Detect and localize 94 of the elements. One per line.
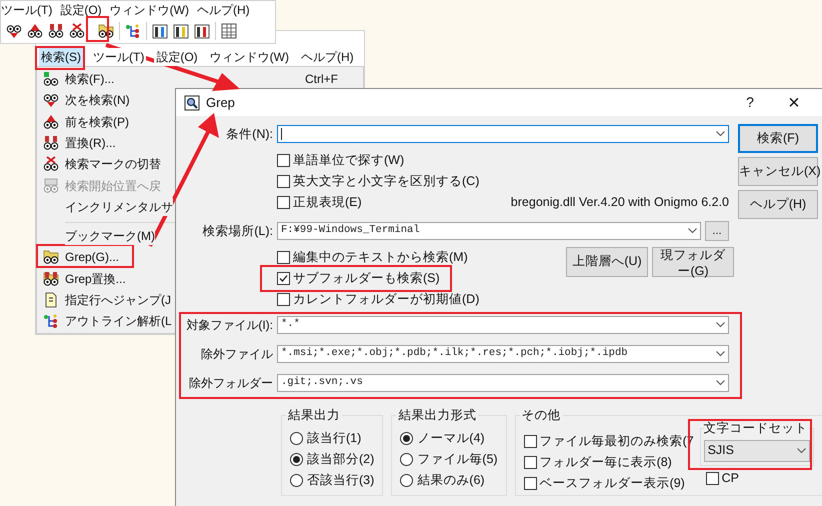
checkbox[interactable] xyxy=(524,476,537,490)
radio-label: 該当行(1) xyxy=(307,430,362,447)
highlight-frame xyxy=(35,46,85,70)
engine-info: bregonig.dll Ver.4.20 with Onigmo 6.2.0 xyxy=(510,194,729,212)
menu-bar-item[interactable]: ヘルプ(H) xyxy=(298,48,356,66)
radio-button[interactable] xyxy=(290,432,303,445)
outline-tree-icon xyxy=(43,313,59,330)
checkbox-label: サブフォルダーも検索(S) xyxy=(293,271,440,286)
radio-label: 該当部分(2) xyxy=(307,450,374,468)
checkbox-label: フォルダー毎に表示(8) xyxy=(540,454,672,470)
columns-icon xyxy=(173,22,189,38)
field-label: 条件(N): xyxy=(225,126,274,143)
checkbox[interactable] xyxy=(277,293,290,306)
checkbox-label: 正規表現(E) xyxy=(293,195,362,210)
group-title: 結果出力 xyxy=(287,407,341,424)
charset-select[interactable]: SJIS xyxy=(704,440,810,462)
menu-bar-item[interactable]: ツール(T) xyxy=(91,48,146,66)
page-icon xyxy=(43,292,59,308)
menu-item[interactable]: ブックマーク(M) xyxy=(65,227,155,246)
menu-bar-item[interactable]: 設定(O) xyxy=(60,0,102,18)
checkbox-label: 単語単位で探す(W) xyxy=(293,153,404,168)
radio-button[interactable] xyxy=(290,452,303,466)
folder-glasses-icon xyxy=(43,249,59,266)
menu-bar-item[interactable]: 検索(S) xyxy=(39,48,83,66)
glasses-icon xyxy=(43,114,59,130)
group-title: その他 xyxy=(520,407,562,424)
checkbox[interactable] xyxy=(706,472,719,484)
location-field[interactable]: F:¥99-Windows_Terminal xyxy=(277,222,701,240)
checkbox-label: CP xyxy=(722,470,739,486)
checkbox[interactable] xyxy=(277,251,290,264)
menu-item[interactable]: 検索(F)... xyxy=(65,70,114,88)
glasses-icon xyxy=(43,92,59,108)
dialog-button[interactable]: 検索(F) xyxy=(738,124,818,153)
dialog-button[interactable]: キャンセル(X) xyxy=(738,157,818,186)
glasses-icon xyxy=(43,71,59,88)
dialog-button[interactable]: ヘルプ(H) xyxy=(738,190,818,219)
close-button[interactable]: × xyxy=(774,92,814,112)
menu-bar-item[interactable]: 設定(O) xyxy=(154,48,200,66)
dialog-button[interactable]: 上階層へ(U) xyxy=(566,247,648,277)
menu-item[interactable]: インクリメンタルサ xyxy=(65,198,173,216)
checkbox-label: ベースフォルダー表示(9) xyxy=(540,476,685,491)
columns-icon xyxy=(152,22,168,38)
columns-icon xyxy=(194,22,210,38)
menu-item[interactable]: 指定行へジャンプ(J xyxy=(65,291,171,310)
folder-glasses-icon xyxy=(98,22,114,38)
menu-item[interactable]: 次を検索(N) xyxy=(65,91,130,110)
glasses-icon xyxy=(43,134,59,151)
radio-label: ノーマル(4) xyxy=(417,430,485,447)
checkbox[interactable] xyxy=(277,272,290,285)
radio-label: 否該当行(3) xyxy=(307,472,374,489)
checkbox[interactable] xyxy=(277,154,290,167)
checkbox[interactable] xyxy=(277,196,290,209)
dialog-button[interactable]: 現フォルダー(G) xyxy=(652,247,734,277)
checkbox-label: カレントフォルダーが初期値(D) xyxy=(293,292,480,307)
field-label: 除外ファイル xyxy=(200,346,274,363)
field-label: 対象ファイル(I): xyxy=(185,317,274,334)
condition-field[interactable] xyxy=(277,125,729,143)
checkbox[interactable] xyxy=(524,434,537,448)
glasses-icon xyxy=(48,22,64,38)
radio-button[interactable] xyxy=(400,452,414,466)
filter-field[interactable]: *.msi;*.exe;*.obj;*.pdb;*.ilk;*.res;*.pch;*.iobj;*.ipdb xyxy=(277,345,729,363)
radio-button[interactable] xyxy=(400,432,414,445)
folder-glasses-icon xyxy=(43,270,59,287)
field-label: 除外フォルダー xyxy=(188,375,274,392)
radio-button[interactable] xyxy=(400,474,414,487)
window-title: Grep xyxy=(206,94,236,112)
radio-button[interactable] xyxy=(290,474,303,487)
magnifier-icon xyxy=(184,94,200,110)
field-label: 検索場所(L): xyxy=(201,222,274,240)
browse-button[interactable]: ... xyxy=(705,221,729,241)
radio-label: ファイル毎(5) xyxy=(417,450,498,468)
outline-tree-icon xyxy=(125,22,141,38)
help-button[interactable]: ? xyxy=(732,92,768,113)
filter-field[interactable]: *.* xyxy=(277,316,729,334)
menu-bar-item[interactable]: ツール(T) xyxy=(1,0,52,18)
glasses-icon xyxy=(43,178,59,194)
group-title: 文字コードセット xyxy=(704,420,808,437)
glasses-icon xyxy=(69,22,85,38)
menu-bar-item[interactable]: ウィンドウ(W) xyxy=(110,0,189,18)
checkbox-label: 編集中のテキストから検索(M) xyxy=(293,250,468,265)
radio-label: 結果のみ(6) xyxy=(417,472,485,489)
highlight-frame xyxy=(86,16,109,42)
shortcut-label: Ctrl+F xyxy=(305,71,338,88)
menu-item[interactable]: アウトライン解析(L xyxy=(65,312,172,330)
glasses-icon xyxy=(43,156,59,172)
group-title: 結果出力形式 xyxy=(397,407,478,424)
glasses-icon xyxy=(27,22,43,38)
checkbox-label: 英大文字と小文字を区別する(C) xyxy=(293,174,480,189)
filter-field[interactable]: .git;.svn;.vs xyxy=(277,374,729,392)
menu-bar-item[interactable]: ヘルプ(H) xyxy=(196,0,250,18)
glasses-icon xyxy=(6,22,22,38)
table-icon xyxy=(221,22,237,38)
checkbox[interactable] xyxy=(524,456,537,469)
checkbox[interactable] xyxy=(277,175,290,188)
